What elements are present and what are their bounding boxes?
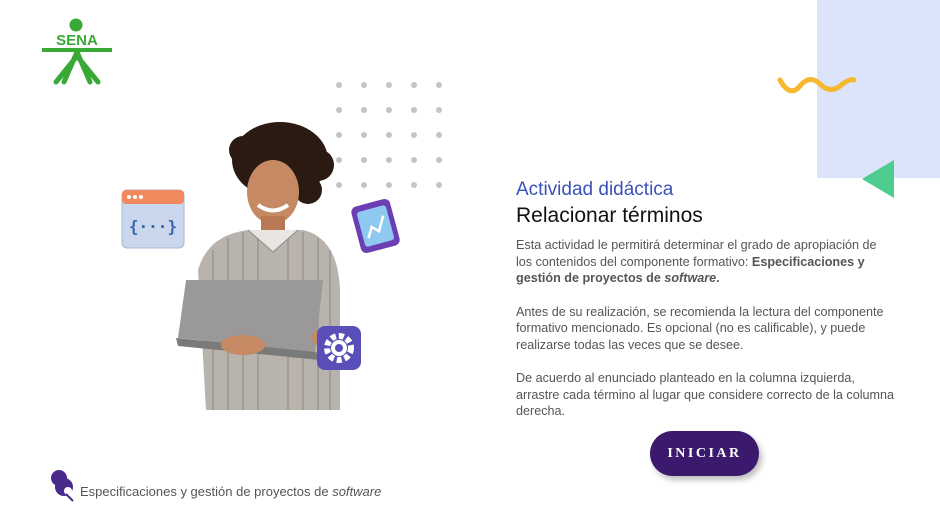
grid-dot: [336, 107, 342, 113]
grid-dot: [436, 157, 442, 163]
page-title: Relacionar términos: [516, 204, 703, 227]
svg-text:SENA: SENA: [56, 32, 98, 49]
wave-decoration: [777, 77, 857, 94]
person-with-laptop: [176, 122, 340, 410]
sena-logo: SENA: [42, 18, 112, 85]
grid-dot: [386, 82, 392, 88]
grid-dot: [436, 82, 442, 88]
grid-dot: [336, 82, 342, 88]
activity-kicker: Actividad didáctica: [516, 179, 674, 200]
grid-dot: [361, 82, 367, 88]
grid-dot: [386, 107, 392, 113]
activity-content: Actividad didáctica Relacionar términos …: [516, 178, 896, 437]
footer-course-label: Especificaciones y gestión de proyectos …: [48, 468, 381, 502]
description-paragraph-2: Antes de su realización, se recomienda l…: [516, 304, 884, 352]
pushpin-icon: [51, 470, 74, 502]
grid-dot: [436, 107, 442, 113]
grid-dot: [411, 132, 417, 138]
code-window-icon: {···}: [121, 189, 185, 249]
clipboard-chart-icon: [351, 198, 400, 254]
description-paragraph-3: De acuerdo al enunciado planteado en la …: [516, 371, 895, 418]
grid-dot: [411, 82, 417, 88]
description-paragraph-1: Esta actividad le permitirá determinar e…: [516, 238, 877, 285]
svg-text:{···}: {···}: [129, 217, 177, 236]
grid-dot: [436, 132, 442, 138]
hero-illustration: {···}: [121, 122, 400, 410]
footer-text: Especificaciones y gestión de proyectos …: [80, 484, 382, 499]
grid-dot: [411, 157, 417, 163]
grid-dot: [436, 182, 442, 188]
start-button[interactable]: INICIAR: [650, 431, 759, 476]
grid-dot: [411, 107, 417, 113]
settings-gear-icon: [317, 326, 361, 370]
grid-dot: [411, 182, 417, 188]
grid-dot: [361, 107, 367, 113]
